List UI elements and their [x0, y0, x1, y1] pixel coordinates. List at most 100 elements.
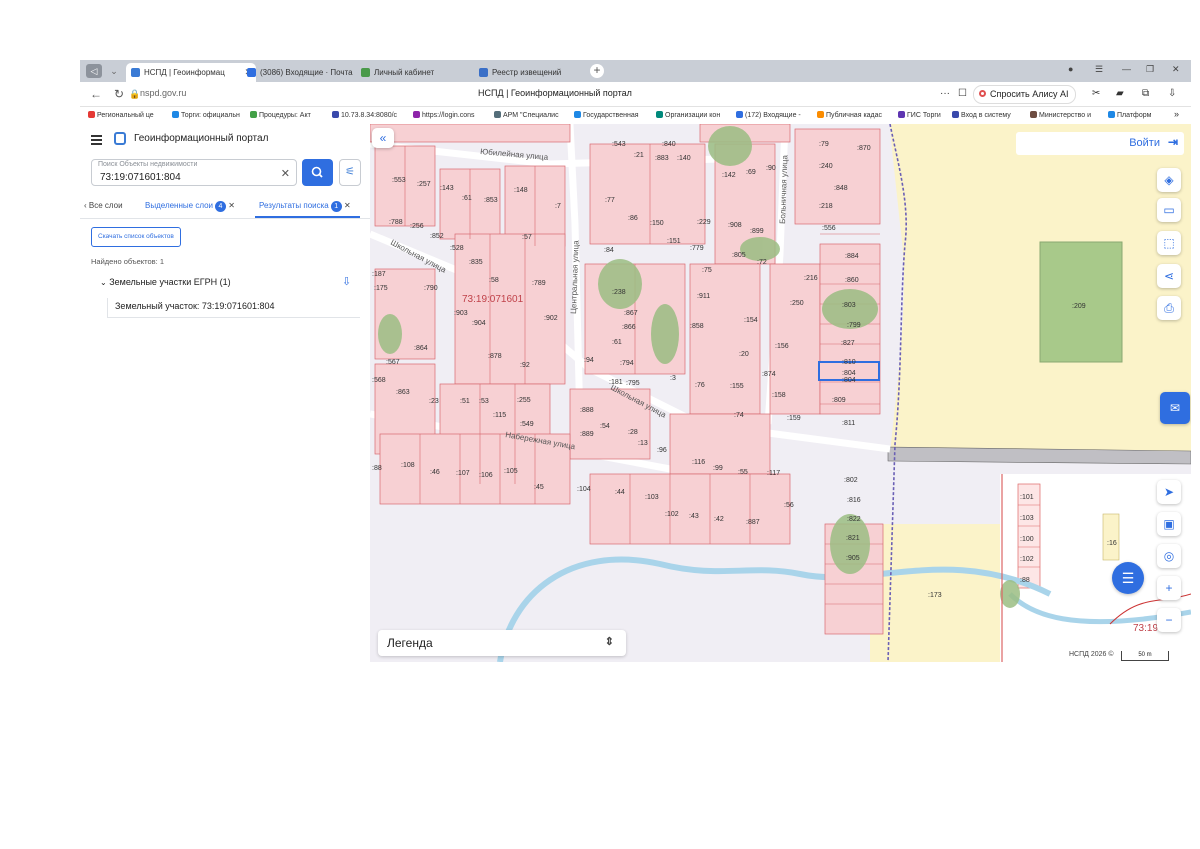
parcel-number[interactable]: :794 [620, 360, 634, 367]
find-location-button[interactable]: ◎ [1157, 544, 1181, 568]
parcel-number[interactable]: :173 [928, 592, 942, 599]
parcel-number[interactable]: :175 [374, 285, 388, 292]
parcel-number[interactable]: :154 [744, 317, 758, 324]
hamburger-menu-icon[interactable] [91, 135, 102, 147]
restore-icon[interactable]: ❐ [1146, 64, 1154, 75]
bookmark-item[interactable]: АРМ "Специалис [494, 111, 559, 119]
parcel-number[interactable]: :45 [534, 484, 544, 491]
close-window-icon[interactable]: ✕ [1172, 64, 1180, 75]
minimize-icon[interactable]: — [1122, 64, 1131, 74]
bookmark-item[interactable]: Торги: официальн [172, 111, 240, 119]
parcel-number[interactable]: :151 [667, 238, 681, 245]
geolocation-button[interactable]: ➤ [1157, 480, 1181, 504]
parcel-number[interactable]: :69 [746, 169, 756, 176]
search-input[interactable]: Поиск Объекты недвижимости 73:19:071601:… [91, 159, 297, 186]
collections-icon[interactable]: ⧉ [1142, 88, 1149, 99]
search-button[interactable] [302, 159, 333, 186]
parcel-number[interactable]: :870 [857, 145, 871, 152]
parcel-number[interactable]: :553 [392, 177, 406, 184]
parcel-number[interactable]: :822 [847, 516, 861, 523]
bookmark-item[interactable]: Публичная кадас [817, 111, 882, 119]
parcel-number[interactable]: :103 [1020, 515, 1034, 522]
parcel-number[interactable]: :3 [670, 375, 676, 382]
url-field[interactable]: nspd.gov.ru [140, 88, 186, 98]
parcel-number[interactable]: :58 [489, 277, 499, 284]
area-select-button[interactable]: ⬚ [1157, 231, 1181, 255]
parcel-number[interactable]: :74 [734, 412, 744, 419]
back-arrow-icon[interactable]: ← [90, 87, 102, 101]
parcel-number[interactable]: :805 [732, 252, 746, 259]
parcel-number[interactable]: :155 [730, 383, 744, 390]
parcel-number[interactable]: :140 [677, 155, 691, 162]
downloads-icon[interactable]: ⇩ [1168, 88, 1176, 99]
feedback-button[interactable]: ✉ [1160, 392, 1190, 424]
collapse-panel-button[interactable]: « [372, 128, 394, 148]
parcel-number[interactable]: :209 [1072, 303, 1086, 310]
parcel-number[interactable]: :250 [790, 300, 804, 307]
result-item[interactable]: Земельный участок: 73:19:071601:804 [107, 298, 360, 318]
parcel-number[interactable]: :55 [738, 469, 748, 476]
minimap-button[interactable]: ▣ [1157, 512, 1181, 536]
parcel-number[interactable]: :28 [628, 429, 638, 436]
parcel-number[interactable]: :77 [605, 197, 615, 204]
parcel-number[interactable]: :229 [697, 219, 711, 226]
parcel-number[interactable]: :94 [584, 357, 594, 364]
parcel-number[interactable]: :104 [577, 486, 591, 493]
parcel-number[interactable]: :117 [767, 470, 780, 477]
parcel-number[interactable]: :216 [804, 275, 818, 282]
parcel-number[interactable]: :809 [832, 397, 846, 404]
tab-list-chevron-icon[interactable]: ⌄ [106, 64, 122, 78]
parcel-number[interactable]: :102 [1020, 556, 1034, 563]
login-button[interactable]: Войти ⇥ [1016, 132, 1184, 155]
parcel-number[interactable]: :56 [784, 502, 794, 509]
parcel-number[interactable]: :884 [845, 253, 859, 260]
parcel-number[interactable]: :240 [819, 163, 833, 170]
parcel-number[interactable]: :99 [713, 465, 723, 472]
parcel-number[interactable]: :116 [692, 459, 705, 466]
parcel-number[interactable]: :864 [414, 345, 428, 352]
bookmark-item[interactable]: ГИС Торги [898, 111, 941, 119]
parcel-number[interactable]: :102 [665, 511, 679, 518]
parcel-number[interactable]: :889 [580, 431, 594, 438]
selected-parcel-number[interactable]: :804 [842, 370, 856, 377]
parcel-number[interactable]: :790 [424, 285, 438, 292]
parcel-number[interactable]: :528 [450, 245, 464, 252]
more-bookmarks-icon[interactable]: » [1174, 109, 1179, 119]
parcel-number[interactable]: :92 [520, 362, 530, 369]
parcel-number[interactable]: :46 [430, 469, 440, 476]
zoom-in-button[interactable]: + [1157, 576, 1181, 600]
parcel-number[interactable]: :51 [460, 398, 470, 405]
parcel-number[interactable]: :811 [842, 420, 855, 427]
parcel-number[interactable]: :863 [396, 389, 410, 396]
extension-icon[interactable]: ✂ [1092, 88, 1100, 99]
parcel-number[interactable]: :84 [604, 247, 614, 254]
parcel-number[interactable]: :902 [544, 315, 558, 322]
parcel-number[interactable]: :57 [522, 234, 532, 241]
bookmark-item[interactable]: Региональный це [88, 111, 154, 119]
parcel-number[interactable]: :76 [695, 382, 705, 389]
parcel-number[interactable]: :878 [488, 353, 502, 360]
parcel-number[interactable]: :143 [440, 185, 454, 192]
parcel-number[interactable]: :61 [612, 339, 622, 346]
parcel-number[interactable]: :883 [655, 155, 669, 162]
parcel-number[interactable]: :840 [662, 141, 676, 148]
filter-settings-button[interactable]: ⚟ [339, 159, 361, 186]
ask-alice-button[interactable]: Спросить Алису AI [973, 85, 1076, 104]
parcel-number[interactable]: :848 [834, 185, 848, 192]
parcel-number[interactable]: :903 [454, 310, 468, 317]
parcel-number[interactable]: :866 [622, 324, 636, 331]
parcel-number[interactable]: :23 [429, 398, 439, 405]
parcel-number[interactable]: :101 [1020, 494, 1034, 501]
parcel-number[interactable]: :115 [493, 412, 506, 419]
parcel-number[interactable]: :54 [600, 423, 610, 430]
parcel-number[interactable]: :911 [697, 293, 710, 300]
tab-nspd[interactable]: НСПД | Геоинформац ✕ [126, 63, 256, 82]
parcel-number[interactable]: :43 [689, 513, 699, 520]
shield-icon[interactable]: ▰ [1116, 88, 1124, 99]
parcel-number[interactable]: :789 [532, 280, 546, 287]
parcel-number[interactable]: :899 [750, 228, 764, 235]
parcel-number[interactable]: :72 [757, 259, 767, 266]
parcel-number[interactable]: :90 [766, 165, 776, 172]
bookmark-item[interactable]: Организации кон [656, 111, 720, 119]
tab-selected-layers[interactable]: Выделенные слои 4 ✕ [145, 201, 235, 212]
